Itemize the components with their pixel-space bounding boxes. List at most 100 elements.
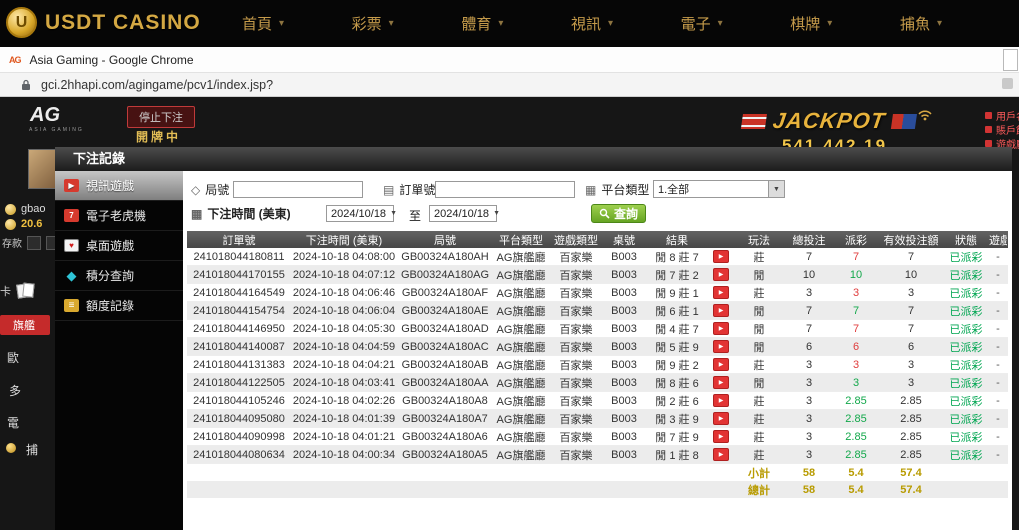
order-cell: 241018044131383	[187, 359, 291, 371]
round-cell: GB00324A180AF	[397, 287, 493, 299]
panel-menu-item[interactable]: 積分查詢	[55, 261, 183, 291]
panel-menu-item[interactable]: 額度記錄	[55, 291, 183, 321]
replay-button[interactable]: ▶	[713, 430, 729, 443]
to-label: 至	[409, 207, 421, 224]
extra-cell: -	[989, 431, 1007, 443]
replay-button[interactable]: ▶	[713, 304, 729, 317]
nav-item[interactable]: 體育 ▾	[461, 13, 503, 34]
lock-icon[interactable]	[21, 79, 31, 91]
sidebar-item-fragment[interactable]: 多	[9, 382, 21, 399]
result-cell: 閒 1 莊 8	[645, 447, 709, 463]
game-page-background: AG ASIA GAMING 停止下注 開牌中 JACKPOT 541,442.…	[0, 97, 1019, 530]
time-cell: 2024-10-18 04:01:39	[291, 413, 397, 425]
replay-button[interactable]: ▶	[713, 412, 729, 425]
result-cell: 閒 7 莊 2	[645, 267, 709, 283]
date-to-select[interactable]: 2024/10/18▼	[429, 205, 497, 222]
table-row: 241018044095080 2024-10-18 04:01:39 GB00…	[187, 410, 1008, 428]
chrome-titlebar: AG Asia Gaming - Google Chrome	[0, 47, 1019, 73]
playway-cell: 閒	[733, 375, 785, 391]
bet-time-label: ▦ 下注時間 (美東)	[191, 205, 291, 222]
replay-button[interactable]: ▶	[713, 286, 729, 299]
browser-extension-icon[interactable]	[1002, 78, 1013, 89]
url-text[interactable]: gci.2hhapi.com/agingame/pcv1/index.jsp?	[41, 78, 273, 92]
nav-item[interactable]: 彩票 ▾	[352, 13, 394, 34]
nav-item-label: 捕魚	[900, 13, 930, 34]
result-cell: 閒 2 莊 6	[645, 393, 709, 409]
platform-type-label: ▦ 平台類型	[585, 181, 649, 198]
order-number-input[interactable]	[435, 181, 575, 198]
total-label: 總計	[733, 482, 785, 498]
panel-menu-item[interactable]: 桌面遊戲	[55, 231, 183, 261]
replay-button[interactable]: ▶	[713, 340, 729, 353]
chevron-down-icon: ▾	[827, 18, 832, 29]
sidebar-username[interactable]: gbao	[5, 203, 45, 215]
table-row: 241018044180811 2024-10-18 04:08:00 GB00…	[187, 248, 1008, 266]
extra-cell: -	[989, 377, 1007, 389]
status-cell: 已派彩	[943, 429, 989, 445]
round-number-icon: ◇	[191, 184, 200, 196]
result-cell: 閒 8 莊 7	[645, 249, 709, 265]
nav-item-label: 首頁	[242, 13, 272, 34]
search-button[interactable]: 查詢	[591, 204, 646, 223]
replay-button[interactable]: ▶	[713, 322, 729, 335]
bet-cell: 6	[785, 341, 833, 353]
order-cell: 241018044146950	[187, 323, 291, 335]
payout-cell: 2.85	[833, 413, 879, 425]
valid-bet-cell: 6	[879, 341, 943, 353]
nav-item[interactable]: 電子 ▾	[681, 13, 723, 34]
chevron-down-icon: ▼	[768, 181, 784, 197]
replay-button[interactable]: ▶	[713, 268, 729, 281]
dealing-status-text: 開牌中	[136, 128, 181, 145]
status-cell: 已派彩	[943, 249, 989, 265]
platform-type-value: 1.全部	[654, 181, 768, 197]
sidebar-item-fragment[interactable]: 歐	[7, 349, 19, 366]
round-number-input[interactable]	[233, 181, 363, 198]
extra-cell: -	[989, 287, 1007, 299]
subtotal-valid: 57.4	[879, 467, 943, 479]
replay-button[interactable]: ▶	[713, 376, 729, 389]
extra-cell: -	[989, 341, 1007, 353]
replay-button[interactable]: ▶	[713, 394, 729, 407]
sidebar-item-fragment[interactable]: 捕	[26, 441, 38, 458]
window-control[interactable]	[1003, 49, 1018, 71]
platform-cell: AG旗艦廳	[493, 357, 549, 373]
coin-icon	[5, 219, 16, 230]
stop-betting-button[interactable]: 停止下注	[127, 106, 195, 128]
extra-cell: -	[989, 413, 1007, 425]
replay-button[interactable]: ▶	[713, 250, 729, 263]
nav-item[interactable]: 視訊 ▾	[571, 13, 613, 34]
platform-type-select[interactable]: 1.全部 ▼	[653, 180, 785, 198]
panel-menu-item[interactable]: 視訊遊戲	[55, 171, 183, 201]
replay-button[interactable]: ▶	[713, 448, 729, 461]
extra-cell: -	[989, 359, 1007, 371]
replay-button[interactable]: ▶	[713, 358, 729, 371]
sidebar-card-item[interactable]: 卡	[0, 283, 28, 299]
nav-item[interactable]: 首頁 ▾	[242, 13, 284, 34]
time-cell: 2024-10-18 04:08:00	[291, 251, 397, 263]
table-header-cell: 桌號	[603, 232, 645, 248]
bet-cell: 3	[785, 359, 833, 371]
nav-item[interactable]: 棋牌 ▾	[790, 13, 832, 34]
time-cell: 2024-10-18 04:06:04	[291, 305, 397, 317]
brand-logo[interactable]: U USDT CASINO	[6, 7, 201, 38]
subtotal-label: 小計	[733, 465, 785, 481]
deposit-icon[interactable]	[27, 236, 41, 250]
sidebar-deposit[interactable]: 存款	[2, 235, 60, 250]
status-cell: 已派彩	[943, 375, 989, 391]
sidebar-item-fragment[interactable]: 電	[7, 414, 19, 431]
platform-cell: AG旗艦廳	[493, 339, 549, 355]
status-cell: 已派彩	[943, 393, 989, 409]
table-header-cell: 玩法	[733, 232, 785, 248]
table-number-cell: B003	[603, 359, 645, 371]
nav-item[interactable]: 捕魚 ▾	[900, 13, 942, 34]
playway-cell: 閒	[733, 321, 785, 337]
playway-cell: 莊	[733, 249, 785, 265]
sidebar-flagship-item[interactable]: 旗艦	[0, 315, 50, 335]
ag-logo: AG	[30, 104, 60, 127]
panel-menu-item[interactable]: 電子老虎機	[55, 201, 183, 231]
chevron-down-icon: ▾	[498, 18, 503, 29]
game-cell: 百家樂	[549, 267, 603, 283]
table-row: 241018044122505 2024-10-18 04:03:41 GB00…	[187, 374, 1008, 392]
result-cell: 閒 9 莊 1	[645, 285, 709, 301]
date-from-select[interactable]: 2024/10/18▼	[326, 205, 394, 222]
